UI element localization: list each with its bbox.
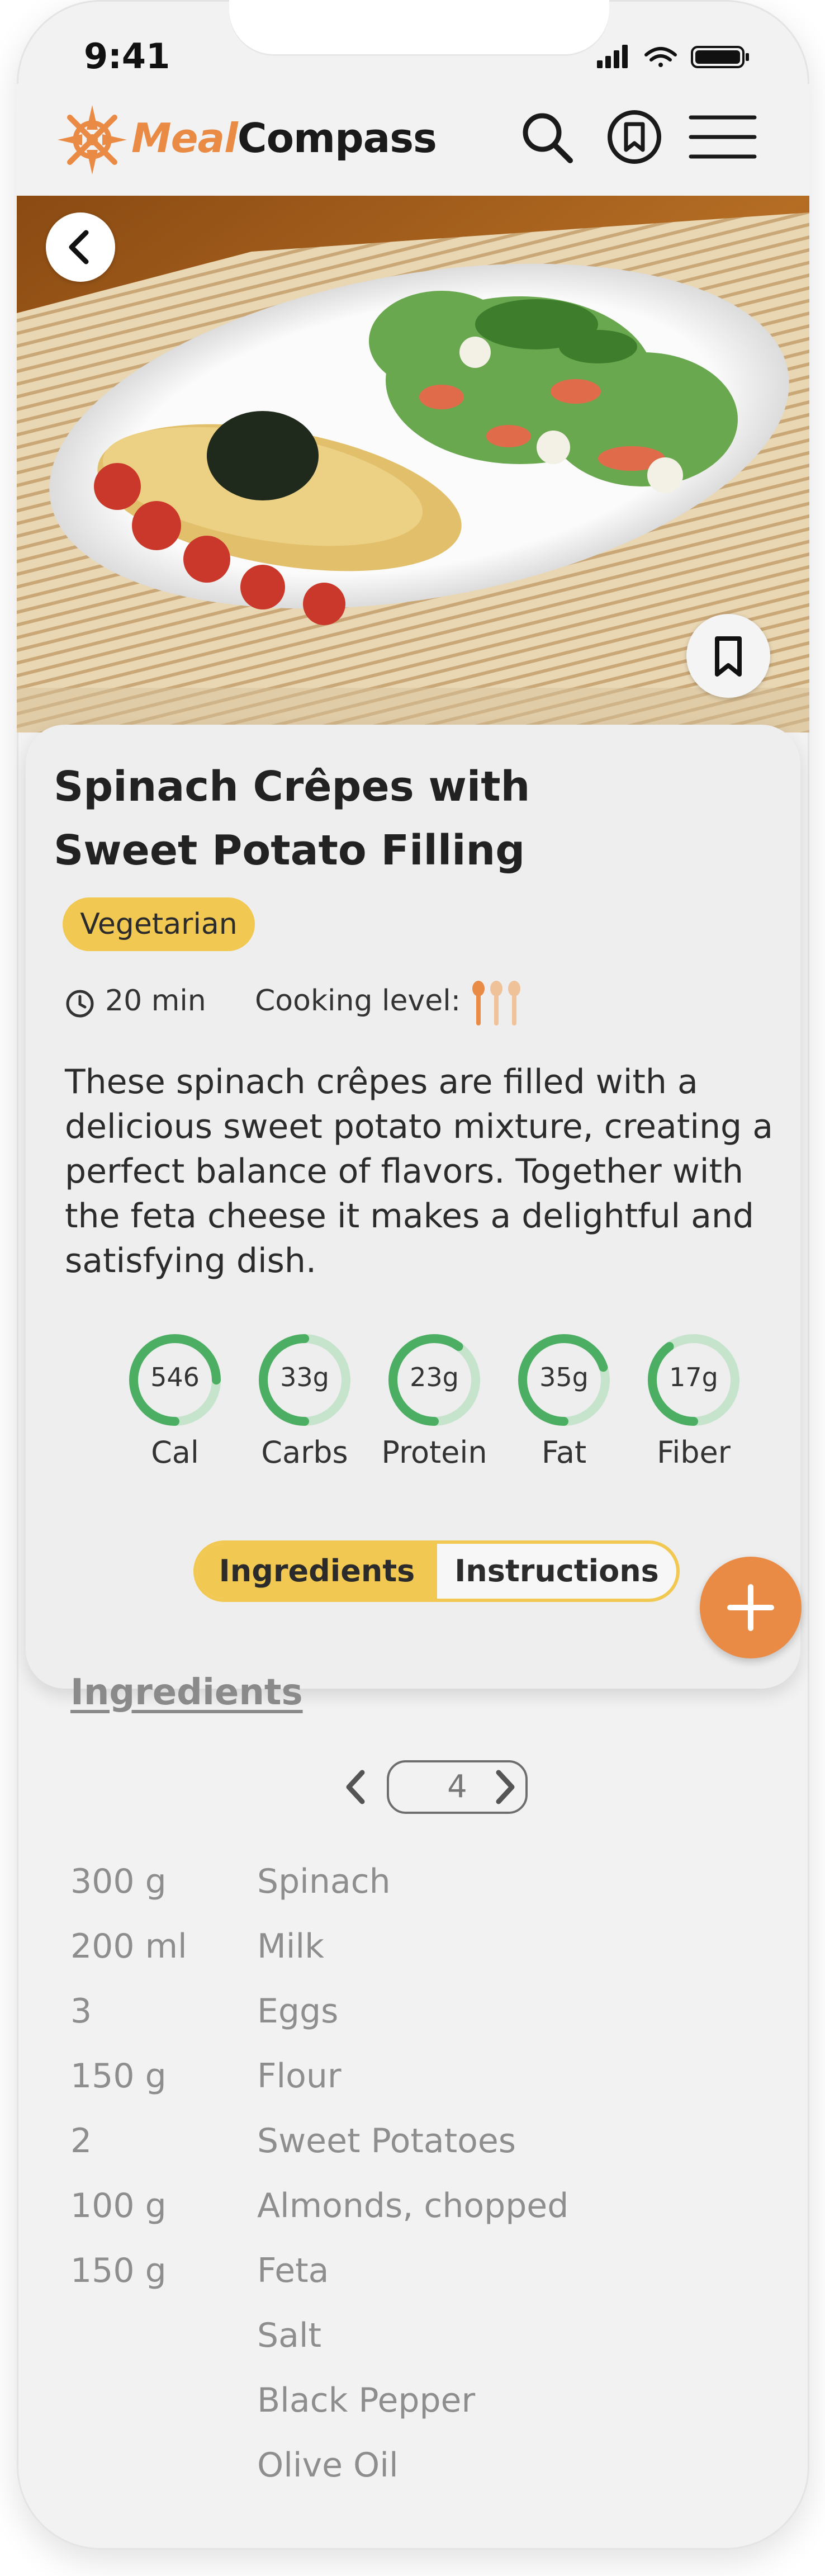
ingredient-qty: 100 g [70,2186,167,2225]
recipe-description: These spinach crêpes are filled with a d… [65,1062,773,1280]
ingredient-row: 300 g Spinach [17,1862,809,1918]
ingredient-row: Black Pepper [17,2381,809,2437]
ingredient-qty: 2 [70,2121,92,2161]
nutrition-value: 33g [280,1362,329,1392]
hamburger-menu-icon[interactable] [686,112,759,162]
nutrition-label: Protein [381,1435,487,1470]
ingredient-name: Olive Oil [257,2446,399,2485]
ingredient-row: 3 Eggs [17,1992,809,2048]
ingredient-name: Salt [257,2316,322,2355]
wifi-icon [644,47,677,67]
ingredient-name: Milk [257,1927,324,1966]
ingredient-row: 100 g Almonds, chopped [17,2186,809,2242]
ingredient-qty: 3 [70,1992,92,2031]
plus-icon [727,1584,774,1631]
spoon-icon-1 [472,981,485,1025]
recipe-title: Spinach Crêpes with Sweet Potato Filling [54,755,668,882]
nutrition-calories: 546 Cal [122,1331,228,1470]
ingredient-name: Feta [257,2251,329,2290]
ingredient-name: Spinach [257,1862,391,1901]
save-recipe-button[interactable] [686,614,770,698]
cooking-level-icon [472,981,520,1025]
ingredient-name: Sweet Potatoes [257,2121,516,2161]
brand-name-part1: Meal [131,115,238,162]
brand-name[interactable]: MealCompass [131,115,437,162]
back-button[interactable] [46,212,115,282]
compass-logo-icon[interactable] [50,101,134,179]
chevron-left-icon [69,230,89,264]
ingredient-name: Eggs [257,1992,339,2031]
nutrition-fiber: 17g Fiber [641,1331,747,1470]
ingredient-row: Olive Oil [17,2446,809,2502]
nutrition-value: 546 [150,1362,200,1392]
recipe-title-line1: Spinach Crêpes with [54,763,530,811]
nutrition-protein: 23g Protein [381,1331,487,1470]
ingredient-name: Almonds, chopped [257,2186,569,2225]
add-button[interactable] [700,1557,802,1658]
chevron-left-icon[interactable] [335,1760,374,1814]
brand-name-part2: Compass [237,115,437,162]
phone-frame: 9:41 MealCompass Spinach Crêpes with Swe… [17,0,809,2550]
tab-instructions[interactable]: Instructions [437,1544,676,1599]
ingredient-qty: 150 g [70,2251,167,2290]
ingredient-qty: 300 g [70,1862,167,1901]
nutrition-label: Cal [151,1435,199,1470]
nutrition-label: Fat [541,1435,587,1470]
search-icon[interactable] [517,107,579,169]
bookmark-circle-icon[interactable] [604,106,665,168]
ingredient-row: Salt [17,2316,809,2372]
ingredient-row: 2 Sweet Potatoes [17,2121,809,2177]
spoon-icon-2 [490,981,502,1025]
tab-ingredients[interactable]: Ingredients [197,1544,437,1599]
ingredient-row: 150 g Feta [17,2251,809,2307]
ingredient-name: Black Pepper [257,2381,476,2420]
status-time: 9:41 [84,36,170,77]
app-header: MealCompass [17,84,809,196]
cook-time: 20 min [105,984,206,1018]
battery-icon [691,46,749,68]
nutrition-label: Carbs [261,1435,348,1470]
recipe-tab-toggle: Ingredients Instructions [193,1540,680,1602]
notch [229,0,609,56]
chevron-right-icon[interactable] [486,1760,525,1814]
cooking-level-label: Cooking level: [255,984,461,1018]
ingredients-heading: Ingredients [70,1672,303,1713]
nutrition-fat: 35g Fat [511,1331,617,1470]
status-icons [597,45,749,68]
signal-icon [597,45,628,68]
ingredient-row: 200 ml Milk [17,1927,809,1983]
ingredient-name: Flour [257,2057,342,2096]
recipe-title-line2: Sweet Potato Filling [54,826,525,875]
spoon-icon-3 [508,981,520,1025]
nutrition-value: 35g [539,1362,589,1392]
nutrition-value: 23g [410,1362,459,1392]
bookmark-icon [715,636,742,677]
clock-icon [66,990,94,1018]
nutrition-value: 17g [669,1362,718,1392]
ingredient-qty: 200 ml [70,1927,187,1966]
nutrition-carbs: 33g Carbs [252,1331,358,1470]
ingredient-qty: 150 g [70,2057,167,2096]
diet-tag[interactable]: Vegetarian [63,897,255,951]
ingredient-row: 150 g Flour [17,2057,809,2112]
nutrition-label: Fiber [657,1435,731,1470]
